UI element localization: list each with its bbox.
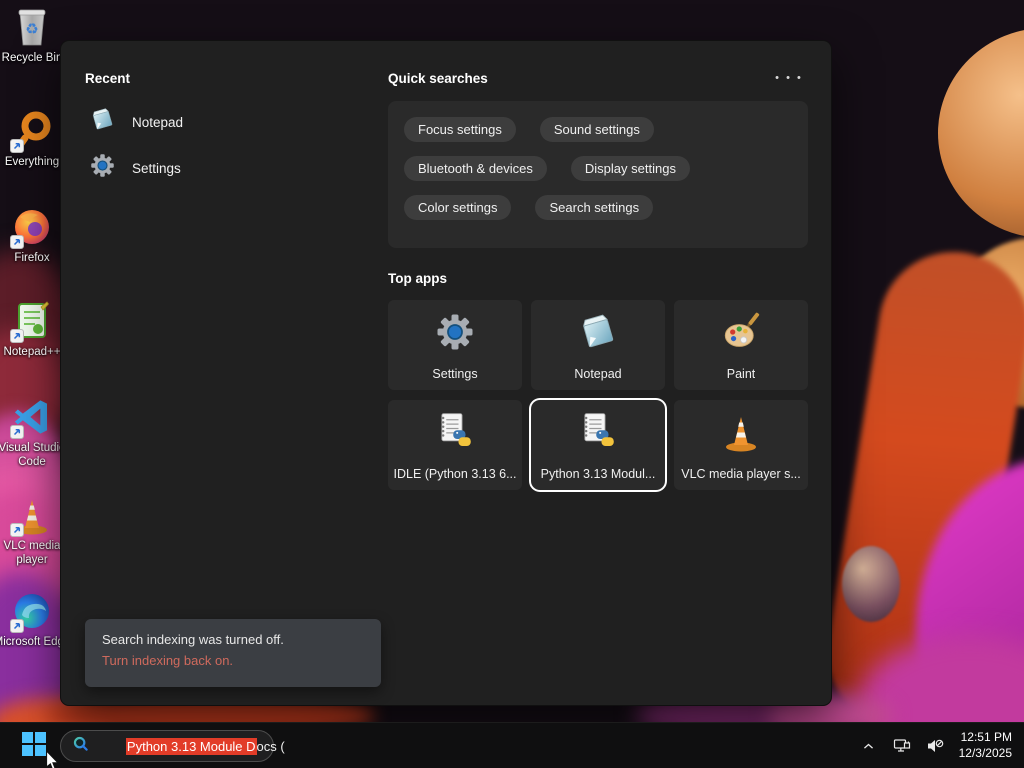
everything-search-icon [10,110,53,153]
system-tray: 12:51 PM 12/3/2025 [856,723,1018,768]
notepad-plus-plus-icon [10,300,53,343]
vlc-cone-icon [10,494,53,537]
quick-searches-title: Quick searches [388,71,488,86]
taskbar-clock[interactable]: 12:51 PM 12/3/2025 [955,730,1018,761]
recycle-bin-icon: ♻ [11,6,53,48]
search-text-rest: ocs ( [256,738,285,754]
python-doc-icon [577,411,619,458]
top-apps-grid: Settings Notepad Paint IDLE (Python 3.13… [388,300,812,490]
notification-message: Search indexing was turned off. [102,632,284,647]
quick-search-pill[interactable]: Focus settings [404,117,516,142]
app-tile-label: Paint [726,367,756,381]
app-tile-paint[interactable]: Paint [674,300,808,390]
app-tile-idle-python[interactable]: IDLE (Python 3.13 6... [388,400,522,490]
app-tile-label: Notepad [574,367,622,381]
shortcut-arrow-icon [10,619,24,633]
app-tile-label: IDLE (Python 3.13 6... [393,467,517,481]
quick-search-pill[interactable]: Color settings [404,195,512,220]
shortcut-arrow-icon [10,139,24,153]
app-tile-label: Settings [432,367,478,381]
firefox-icon [10,206,53,249]
quick-search-pill[interactable]: Sound settings [539,117,654,142]
notepad-icon [577,311,619,358]
shortcut-arrow-icon [10,235,24,249]
top-apps-title: Top apps [388,271,447,286]
screen: ♻ Recycle Bin Everything Firefox Notepad… [0,0,1024,768]
recent-section-title: Recent [85,71,131,86]
search-flyout-panel: Recent Notepad Settings Quick searches •… [60,40,832,706]
clock-time: 12:51 PM [960,730,1012,745]
search-text-selected: Python 3.13 Module D [125,737,257,755]
shortcut-arrow-icon [10,329,24,343]
edge-icon [10,590,53,633]
app-tile-notepad[interactable]: Notepad [531,300,665,390]
shortcut-arrow-icon [10,523,24,537]
chevron-up-icon[interactable] [856,731,882,761]
settings-gear-icon [89,152,116,184]
app-tile-python-module-docs[interactable]: Python 3.13 Modul... [531,400,665,490]
quick-search-pill[interactable]: Bluetooth & devices [404,156,547,181]
svg-text:♻: ♻ [25,21,38,38]
search-indexing-notification: Search indexing was turned off. Turn ind… [85,619,381,687]
recent-item-settings[interactable]: Settings [89,149,349,187]
quick-search-pill[interactable]: Display settings [570,156,690,181]
taskbar-search-input[interactable]: Python 3.13 Module Docs ( [60,730,285,762]
recent-item-label: Settings [132,160,181,176]
notepad-icon [89,106,116,138]
recent-item-label: Notepad [132,114,184,130]
clock-date: 12/3/2025 [958,746,1012,760]
search-icon [72,735,89,757]
quick-search-pill[interactable]: Search settings [535,195,654,220]
app-tile-settings[interactable]: Settings [388,300,522,390]
settings-gear-icon [434,311,476,358]
shortcut-arrow-icon [10,425,24,439]
vscode-icon [10,396,53,439]
mouse-cursor [44,749,61,768]
network-icon[interactable] [889,731,915,761]
more-options-ellipsis-icon[interactable]: • • • [771,67,807,89]
vlc-cone-icon [720,411,762,458]
quick-searches-box: Focus settings Sound settings Bluetooth … [388,101,808,248]
volume-muted-icon[interactable] [922,731,948,761]
taskbar: Python 3.13 Module Docs (12:51 PM 12/3/… [0,722,1024,768]
turn-indexing-on-link[interactable]: Turn indexing back on. [102,653,364,668]
app-tile-label: Python 3.13 Modul... [540,467,656,481]
app-tile-label: VLC media player s... [681,467,801,481]
app-tile-vlc[interactable]: VLC media player s... [674,400,808,490]
python-doc-icon [434,411,476,458]
recent-item-notepad[interactable]: Notepad [89,103,349,141]
paint-palette-icon [720,311,762,358]
